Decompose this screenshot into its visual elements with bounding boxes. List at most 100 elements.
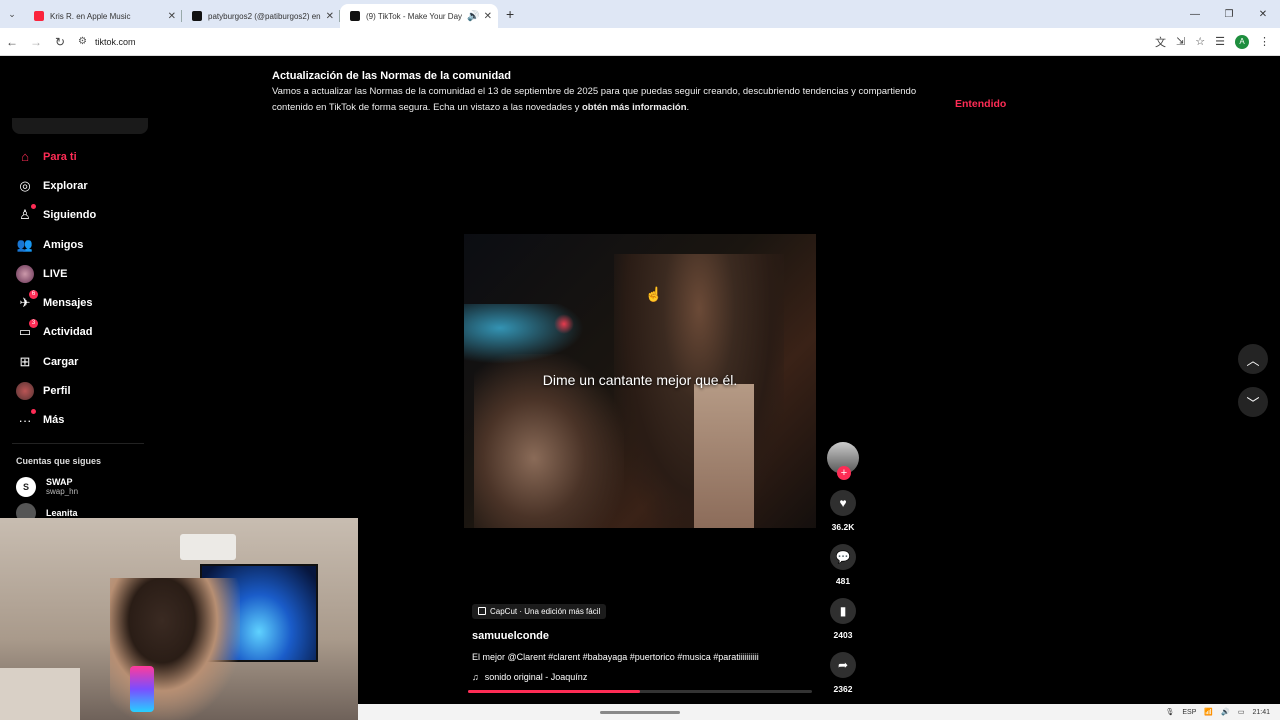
divider (12, 442, 144, 444)
friends-icon: 👥 (16, 236, 34, 252)
following-icon: ♙ (16, 204, 36, 224)
tab-title: Kris R. en Apple Music (50, 11, 131, 21)
save-action[interactable]: ▮ 2403 (826, 598, 860, 640)
share-icon[interactable]: ➦ (830, 652, 856, 678)
video-description[interactable]: El mejor @Clarent #clarent #babayaga #pu… (472, 652, 812, 662)
live-icon (16, 264, 34, 283)
follow-plus-icon[interactable]: + (837, 466, 851, 480)
messages-icon: ✈ 6 (16, 290, 38, 312)
video-progress-bar[interactable] (468, 690, 812, 693)
profile-avatar (16, 382, 34, 401)
tab-title: patyburgos2 (@patiburgos2) en (208, 11, 321, 21)
install-app-icon[interactable]: ⇲ (1176, 35, 1185, 48)
video-caption: Dime un cantante mejor que él. (542, 372, 738, 388)
forward-icon[interactable]: → (24, 35, 48, 49)
compass-icon: ◎ (19, 177, 31, 193)
taskbar-handle (600, 711, 680, 714)
close-window-icon[interactable]: ✕ (1246, 9, 1280, 20)
close-icon[interactable]: ✕ (484, 11, 492, 22)
browser-tab-tiktok-home[interactable]: (9) TikTok - Make Your Day 🔊 ✕ (340, 4, 498, 28)
site-info-icon[interactable]: ⚙ (78, 36, 87, 47)
account-name: Leanita (46, 507, 78, 518)
creator-avatar[interactable]: + (827, 442, 859, 480)
save-count: 2403 (833, 630, 853, 640)
music-note-icon: ♫ (472, 672, 479, 682)
sidebar-item-amigos[interactable]: 👥 Amigos (0, 230, 150, 259)
url-text: tiktok.com (94, 36, 136, 47)
restore-icon[interactable]: ❐ (1212, 9, 1246, 20)
webcam-overlay (0, 518, 358, 720)
back-icon[interactable]: ← (0, 35, 24, 49)
sidebar-item-mensajes[interactable]: ✈ 6 Mensajes (0, 288, 150, 317)
search-input[interactable] (12, 118, 148, 134)
new-tab-button[interactable]: + (506, 6, 514, 22)
browser-tab-apple-music[interactable]: Kris R. en Apple Music ✕ (24, 4, 182, 28)
heart-icon[interactable]: ♥ (830, 490, 856, 516)
comment-icon[interactable]: 💬 (830, 544, 856, 570)
comment-action[interactable]: 💬 481 (826, 544, 860, 586)
clock: 21:41 (1252, 708, 1270, 716)
battery-icon[interactable]: ▭ (1238, 708, 1245, 716)
like-count: 36.2K (831, 522, 855, 532)
home-icon: ⌂ (21, 149, 29, 165)
previous-video-button[interactable]: ︿ (1238, 344, 1268, 374)
community-guidelines-banner: Actualización de las Normas de la comuni… (272, 70, 1032, 116)
sidebar-item-siguiendo[interactable]: ♙ Siguiendo (0, 201, 150, 230)
following-header: Cuentas que sigues (16, 455, 102, 466)
upload-icon: ⊞ (19, 353, 31, 369)
apple-music-favicon (34, 11, 44, 21)
banner-title: Actualización de las Normas de la comuni… (272, 70, 512, 82)
followed-account[interactable]: S SWAP swap_hn (0, 474, 150, 500)
translate-icon[interactable]: 文 (1155, 34, 1166, 50)
capcut-tag[interactable]: CapCut · Una edición más fácil (472, 603, 607, 619)
language-indicator[interactable]: ESP (1182, 709, 1196, 716)
tab-list-button[interactable]: ⌄ (0, 9, 24, 20)
wifi-icon[interactable]: 📶 (1204, 708, 1213, 716)
sidebar: ⌂ Para ti ◎ Explorar ♙ Siguiendo 👥 Amigo… (0, 118, 150, 526)
banner-body: Vamos a actualizar las Normas de la comu… (272, 86, 917, 113)
share-action[interactable]: ➦ 2362 (826, 652, 860, 694)
comment-count: 481 (835, 576, 851, 586)
mic-icon[interactable]: 🎙 (1166, 708, 1175, 716)
microphone (130, 666, 154, 712)
volume-icon[interactable]: 🔊 (1221, 708, 1230, 716)
close-icon[interactable]: ✕ (168, 11, 176, 22)
like-action[interactable]: ♥ 36.2K (826, 490, 860, 532)
tab-title: (9) TikTok - Make Your Day (366, 11, 463, 21)
understood-button[interactable]: Entendido (955, 98, 1006, 110)
next-video-button[interactable]: ﹀ (1238, 387, 1268, 417)
sidebar-item-cargar[interactable]: ⊞ Cargar (0, 347, 150, 376)
account-name: SWAP (46, 477, 73, 488)
tiktok-favicon (192, 11, 202, 21)
share-count: 2362 (833, 684, 853, 694)
tiktok-favicon (350, 11, 360, 21)
sidebar-item-para-ti[interactable]: ⌂ Para ti (0, 142, 150, 171)
video-player[interactable]: Dime un cantante mejor que él. ☝ (464, 234, 816, 528)
browser-tab-tiktok-profile[interactable]: patyburgos2 (@patiburgos2) en ✕ (182, 4, 340, 28)
profile-avatar[interactable]: A (1235, 34, 1249, 49)
avatar: S (16, 476, 36, 497)
browser-tab-strip: ⌄ Kris R. en Apple Music ✕ patyburgos2 (… (0, 0, 1280, 28)
chevron-down-icon: ﹀ (1246, 395, 1260, 411)
author-name[interactable]: samuuelconde (472, 630, 812, 642)
sidebar-item-mas[interactable]: ··· Más (0, 406, 150, 435)
bookmark-star-icon[interactable]: ☆ (1195, 35, 1205, 48)
close-icon[interactable]: ✕ (326, 11, 334, 22)
learn-more-link[interactable]: obtén más información (582, 102, 687, 113)
sidebar-item-perfil[interactable]: Perfil (0, 376, 150, 405)
sidebar-item-actividad[interactable]: ▭ 3 Actividad (0, 318, 150, 347)
reading-list-icon[interactable]: ☰ (1215, 35, 1225, 48)
minimize-icon[interactable]: — (1178, 9, 1212, 20)
address-bar[interactable]: ⚙ tiktok.com (78, 31, 1155, 53)
sidebar-item-explorar[interactable]: ◎ Explorar (0, 171, 150, 200)
reload-icon[interactable]: ↻ (48, 35, 72, 49)
account-handle: swap_hn (46, 487, 79, 497)
menu-icon[interactable]: ⋮ (1259, 35, 1270, 48)
sidebar-item-live[interactable]: LIVE (0, 259, 150, 288)
chevron-up-icon: ︿ (1246, 352, 1260, 368)
sound-link[interactable]: ♫ sonido original - Joaquínz (472, 672, 812, 682)
speaker-icon[interactable]: 🔊 (467, 11, 479, 22)
bookmark-icon[interactable]: ▮ (830, 598, 856, 624)
activity-icon: ▭ 3 (16, 319, 38, 341)
browser-toolbar: ← → ↻ ⚙ tiktok.com 文 ⇲ ☆ ☰ A ⋮ (0, 28, 1280, 56)
